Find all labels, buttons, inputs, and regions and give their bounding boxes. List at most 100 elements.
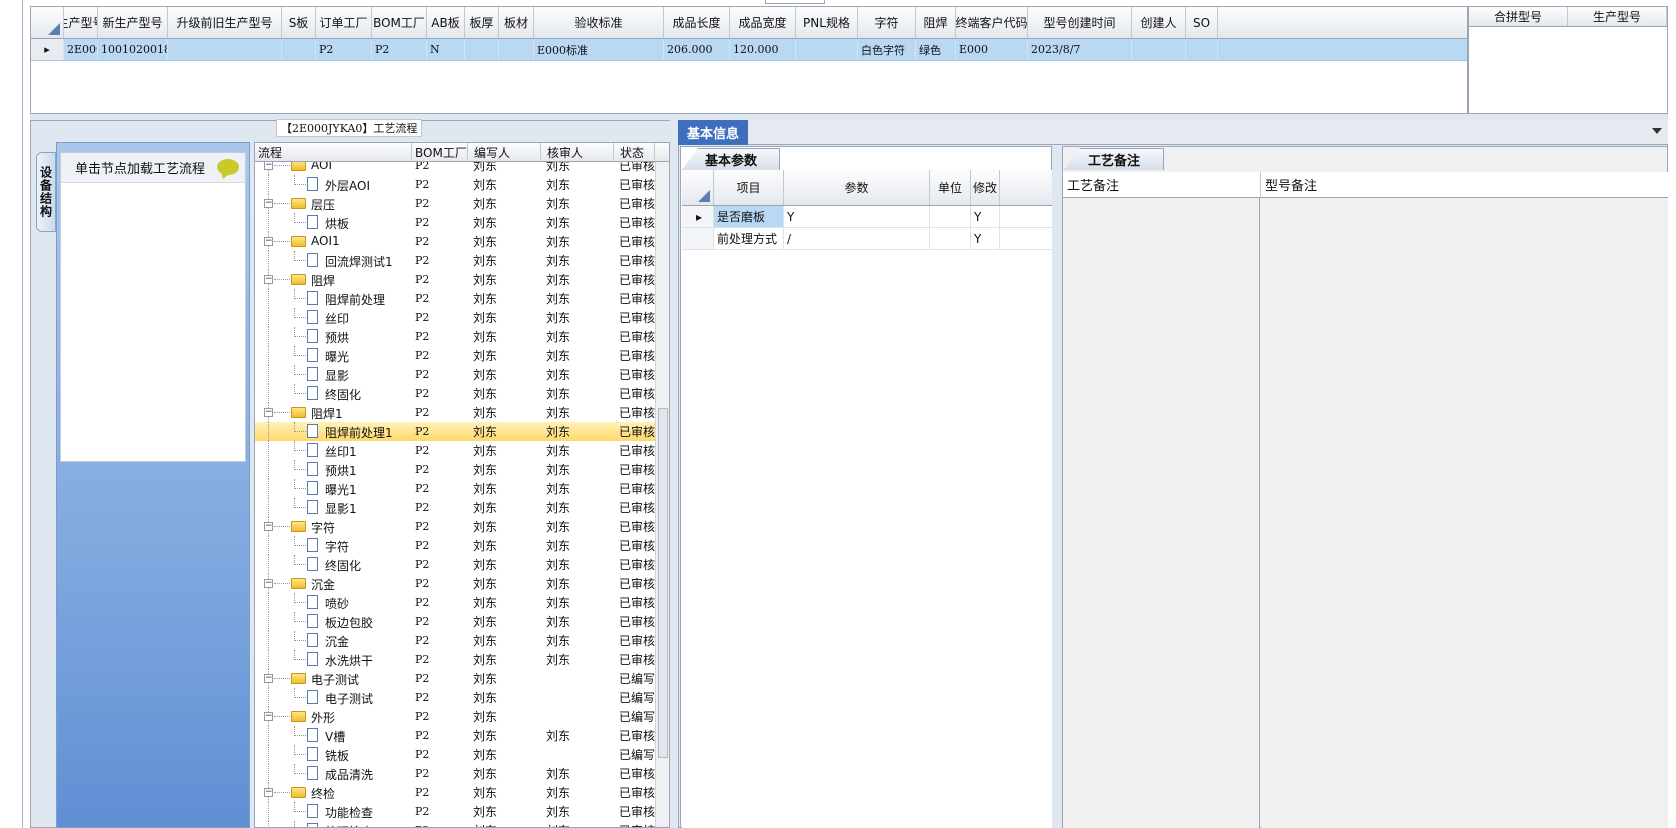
table-cell[interactable]: 10010200183086 [98,39,168,60]
tree-row[interactable]: − 电子测试 P2 刘东 已编写 [255,669,655,688]
tree-row[interactable]: 预烘 P2 刘东 刘东 已审核 [255,327,655,346]
tree-node[interactable]: − 字符 [255,517,412,536]
tree-node[interactable]: 外观检查 [255,821,412,827]
tree-row[interactable]: 预烘1 P2 刘东 刘东 已审核 [255,460,655,479]
table-cell[interactable]: P2 [372,39,427,60]
table-cell[interactable]: E000标准 [534,39,664,60]
column-header[interactable]: 成品长度 [664,7,730,38]
column-header[interactable]: 订单工厂 [316,7,372,38]
production-model-grid[interactable]: 生产型号新生产型号升级前旧生产型号S板订单工厂BOM工厂AB板板厚板材验收标准成… [30,6,1468,114]
tree-node[interactable]: 阻焊前处理1 [255,422,412,441]
tree-node[interactable]: 喷砂 [255,593,412,612]
tree-row[interactable]: 铣板 P2 刘东 已编写 [255,745,655,764]
select-all-corner[interactable] [682,170,714,205]
tree-node[interactable]: 烘板 [255,213,412,232]
tree-row[interactable]: 回流焊测试1 P2 刘东 刘东 已审核 [255,251,655,270]
column-header[interactable]: S板 [282,7,316,38]
vertical-splitter[interactable] [1052,146,1062,828]
tree-node[interactable]: − 层压 [255,194,412,213]
tree-node[interactable]: 预烘1 [255,460,412,479]
tab-basic-info[interactable]: 基本信息 [678,120,748,145]
tree-node[interactable]: 沉金 [255,631,412,650]
tree-row[interactable]: − 终检 P2 刘东 刘东 已审核 [255,783,655,802]
scroll-thumb[interactable] [658,408,668,758]
column-header[interactable]: 生产型号 [64,7,98,38]
tree-row[interactable]: − 阻焊 P2 刘东 刘东 已审核 [255,270,655,289]
tree-node[interactable]: 显影1 [255,498,412,517]
load-hint-header[interactable]: 单击节点加载工艺流程 [61,153,245,183]
tree-node[interactable]: 回流焊测试1 [255,251,412,270]
collapse-icon[interactable]: − [264,275,273,284]
column-header[interactable]: PNL规格 [796,7,858,38]
column-header[interactable]: SO [1186,7,1218,38]
tree-row[interactable]: 喷砂 P2 刘东 刘东 已审核 [255,593,655,612]
tree-row[interactable]: 外层AOI P2 刘东 刘东 已审核 [255,175,655,194]
table-cell[interactable]: P2 [316,39,372,60]
tree-node[interactable]: 成品清洗 [255,764,412,783]
collapse-icon[interactable]: − [264,199,273,208]
tree-row[interactable]: − AOI1 P2 刘东 刘东 已审核 [255,232,655,251]
tree-node[interactable]: − 电子测试 [255,669,412,688]
params-grid[interactable]: 项目 参数 单位 修改 ▸ 是否磨板 Y Y 前处理方式 / Y [682,170,1054,828]
column-header[interactable]: 板材 [499,7,534,38]
table-cell[interactable]: 2023/8/7 [1028,39,1132,60]
tree-row[interactable]: 阻焊前处理1 P2 刘东 刘东 已审核 [255,422,655,441]
tree-node[interactable]: 预烘 [255,327,412,346]
model-note-textarea[interactable] [1261,198,1668,828]
table-cell[interactable] [930,228,971,249]
tree-node[interactable]: 电子测试 [255,688,412,707]
tree-node[interactable]: − 阻焊1 [255,403,412,422]
tab-process-notes[interactable]: 工艺备注 [1064,148,1164,170]
select-all-corner[interactable] [31,7,64,38]
table-row[interactable]: 前处理方式 / Y [682,228,1054,250]
tree-row[interactable]: − 外形 P2 刘东 已编写 [255,707,655,726]
tree-node[interactable]: 终固化 [255,555,412,574]
tree-row[interactable]: V槽 P2 刘东 刘东 已审核 [255,726,655,745]
column-header[interactable]: 新生产型号 [98,7,168,38]
table-row[interactable]: ▸2E000JYKA010010200183086P2P2NE000标准206.… [31,39,1467,61]
tree-body[interactable]: − AOI P2 刘东 刘东 已审核 外层AOI P2 刘东 刘东 已审核 − 层压 P2 刘东 刘东 已审核烘… [255,156,655,827]
collapse-icon[interactable]: − [264,522,273,531]
tree-row[interactable]: 功能检查 P2 刘东 刘东 已审核 [255,802,655,821]
tree-node[interactable]: 水洗烘干 [255,650,412,669]
table-cell[interactable] [1132,39,1186,60]
table-cell[interactable] [168,39,282,60]
table-cell[interactable] [465,39,499,60]
vertical-splitter[interactable] [670,120,678,828]
tree-row[interactable]: 板边包胶 P2 刘东 刘东 已审核 [255,612,655,631]
column-header[interactable]: BOM工厂 [372,7,427,38]
column-header[interactable]: AB板 [427,7,465,38]
tree-node[interactable]: 曝光 [255,346,412,365]
tree-row[interactable]: 水洗烘干 P2 刘东 刘东 已审核 [255,650,655,669]
table-cell[interactable]: 是否磨板 [714,206,784,227]
tree-row[interactable]: − 层压 P2 刘东 刘东 已审核 [255,194,655,213]
table-cell[interactable] [930,206,971,227]
column-header[interactable]: 型号创建时间 [1028,7,1132,38]
tree-row[interactable]: − 字符 P2 刘东 刘东 已审核 [255,517,655,536]
tree-node[interactable]: V槽 [255,726,412,745]
table-cell[interactable]: 206.000 [664,39,730,60]
load-process-box[interactable]: 单击节点加载工艺流程 [60,152,246,462]
table-cell[interactable]: Y [971,206,1000,227]
table-cell[interactable] [499,39,534,60]
tree-node[interactable]: 功能检查 [255,802,412,821]
collapse-icon[interactable]: − [264,237,273,246]
table-cell[interactable] [282,39,316,60]
tree-row[interactable]: 字符 P2 刘东 刘东 已审核 [255,536,655,555]
table-cell[interactable]: Y [784,206,930,227]
table-cell[interactable]: 2E000JYKA0 [64,39,98,60]
tree-node[interactable]: 阻焊前处理 [255,289,412,308]
collapse-icon[interactable]: − [264,674,273,683]
table-cell[interactable]: Y [971,228,1000,249]
process-tree[interactable]: 流程 BOM工厂 编写人 核审人 状态 − AOI P2 刘东 刘东 已审核 外层AOI P2… [254,142,670,828]
table-cell[interactable]: 绿色 [916,39,956,60]
tree-node[interactable]: 板边包胶 [255,612,412,631]
collapse-icon[interactable]: − [264,579,273,588]
tree-node[interactable]: 丝印1 [255,441,412,460]
tree-node[interactable]: − 沉金 [255,574,412,593]
tree-row[interactable]: 丝印 P2 刘东 刘东 已审核 [255,308,655,327]
tree-row[interactable]: 显影 P2 刘东 刘东 已审核 [255,365,655,384]
params-body[interactable]: ▸ 是否磨板 Y Y 前处理方式 / Y [682,206,1054,250]
table-cell[interactable] [1186,39,1218,60]
tree-row[interactable]: 显影1 P2 刘东 刘东 已审核 [255,498,655,517]
